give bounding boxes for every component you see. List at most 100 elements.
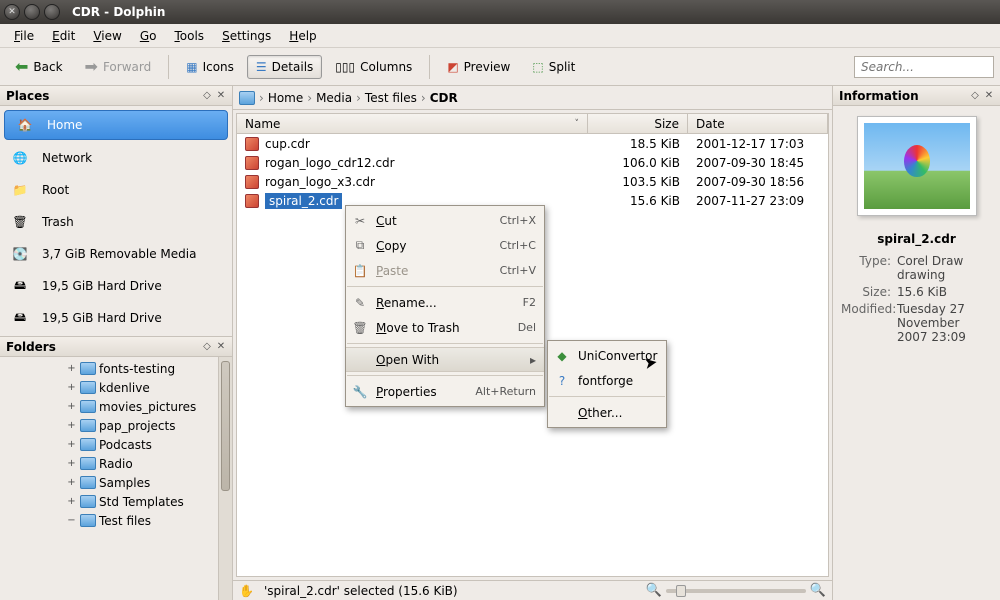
details-view-icon: ☰ xyxy=(256,60,267,74)
hdd-icon: 🖴 xyxy=(8,306,32,330)
panel-float-button[interactable]: ◇ xyxy=(970,91,980,101)
info-filename: spiral_2.cdr xyxy=(877,232,956,246)
forward-button[interactable]: ➡ Forward xyxy=(76,52,161,81)
tree-item[interactable]: −Test files xyxy=(6,511,232,530)
ctx-copy[interactable]: ⧉CopyCtrl+C xyxy=(346,233,544,258)
window-title: CDR - Dolphin xyxy=(72,5,165,19)
panel-float-button[interactable]: ◇ xyxy=(202,342,212,352)
column-header-name[interactable]: Name˅ xyxy=(237,114,588,133)
ctx-open-with[interactable]: Open With▸ xyxy=(346,347,544,372)
tree-item[interactable]: +Std Templates xyxy=(6,492,232,511)
copy-icon: ⧉ xyxy=(352,238,368,254)
file-row[interactable]: rogan_logo_x3.cdr103.5 KiB2007-09-30 18:… xyxy=(237,172,828,191)
tree-expander-icon[interactable]: + xyxy=(66,458,77,469)
tree-expander-icon[interactable]: + xyxy=(66,382,77,393)
column-header-size[interactable]: Size xyxy=(588,114,688,133)
menu-tools[interactable]: Tools xyxy=(166,26,212,46)
place-item-trash[interactable]: 🗑Trash xyxy=(0,206,232,238)
place-label: 19,5 GiB Hard Drive xyxy=(42,279,162,293)
chevron-right-icon: ▸ xyxy=(530,353,536,367)
place-item-root[interactable]: 📁Root xyxy=(0,174,232,206)
ctx-move-to-trash[interactable]: 🗑Move to TrashDel xyxy=(346,315,544,340)
trash-icon: 🗑 xyxy=(352,320,368,336)
panel-close-button[interactable]: ✕ xyxy=(216,91,226,101)
window-maximize-button[interactable] xyxy=(44,4,60,20)
tree-item[interactable]: +Podcasts xyxy=(6,435,232,454)
split-label: Split xyxy=(549,60,576,74)
tree-label: Radio xyxy=(99,457,133,471)
panel-float-button[interactable]: ◇ xyxy=(202,91,212,101)
view-icons-button[interactable]: ▦ Icons xyxy=(177,55,243,79)
place-item-home[interactable]: 🏠Home xyxy=(4,110,228,140)
open-with-submenu: ◆UniConvertor ?fontforge Other... xyxy=(547,340,667,428)
menu-help[interactable]: Help xyxy=(281,26,324,46)
view-columns-button[interactable]: ▯▯▯ Columns xyxy=(326,55,421,79)
tree-scrollbar[interactable] xyxy=(218,357,232,600)
back-button[interactable]: ⬅ Back xyxy=(6,52,72,81)
tree-item[interactable]: + Radio xyxy=(6,454,232,473)
breadcrumb-item[interactable]: Home xyxy=(268,91,303,105)
paste-icon: 📋 xyxy=(352,263,368,279)
tree-expander-icon[interactable]: − xyxy=(66,515,77,526)
tree-label: pap_projects xyxy=(99,419,176,433)
ctx-uniconvertor[interactable]: ◆UniConvertor xyxy=(548,343,666,368)
app-icon: ? xyxy=(554,373,570,389)
file-row[interactable]: cup.cdr18.5 KiB2001-12-17 17:03 xyxy=(237,134,828,153)
removable-icon: 💽 xyxy=(8,242,32,266)
tree-expander-icon[interactable]: + xyxy=(66,477,77,488)
zoom-slider[interactable]: 🔍 🔍 xyxy=(646,583,826,598)
ctx-fontforge[interactable]: ?fontforge xyxy=(548,368,666,393)
tree-item[interactable]: + pap_projects xyxy=(6,416,232,435)
tree-expander-icon[interactable]: + xyxy=(66,363,77,374)
place-item-hdd[interactable]: 🖴19,5 GiB Hard Drive xyxy=(0,302,232,334)
place-item-hdd[interactable]: 🖴19,5 GiB Hard Drive xyxy=(0,270,232,302)
tree-expander-icon[interactable]: + xyxy=(66,420,77,431)
tree-item[interactable]: + Samples xyxy=(6,473,232,492)
tree-label: movies_pictures xyxy=(99,400,196,414)
folder-icon xyxy=(80,438,96,451)
app-icon: ◆ xyxy=(554,348,570,364)
panel-close-button[interactable]: ✕ xyxy=(984,91,994,101)
ctx-cut[interactable]: ✂CutCtrl+X xyxy=(346,208,544,233)
column-header-date[interactable]: Date xyxy=(688,114,828,133)
tree-item[interactable]: +fonts-testing xyxy=(6,359,232,378)
menu-view[interactable]: View xyxy=(85,26,129,46)
toolbar-separator xyxy=(168,55,169,79)
arrow-right-icon: ➡ xyxy=(85,57,98,76)
search-input[interactable] xyxy=(854,56,994,78)
place-item-network[interactable]: 🌐Network xyxy=(0,142,232,174)
ctx-rename[interactable]: ✎Rename...F2 xyxy=(346,290,544,315)
breadcrumb-item[interactable]: Test files xyxy=(365,91,417,105)
preview-button[interactable]: ◩ Preview xyxy=(438,55,519,79)
window-close-button[interactable]: ✕ xyxy=(4,4,20,20)
icons-label: Icons xyxy=(203,60,234,74)
menu-separator xyxy=(347,343,543,344)
file-size: 106.0 KiB xyxy=(588,156,688,170)
zoom-in-icon[interactable]: 🔍 xyxy=(810,583,826,598)
breadcrumb-item[interactable]: Media xyxy=(316,91,352,105)
tree-expander-icon[interactable]: + xyxy=(66,401,77,412)
home-folder-icon[interactable] xyxy=(239,91,255,105)
place-item-removable[interactable]: 💽3,7 GiB Removable Media xyxy=(0,238,232,270)
tree-item[interactable]: +kdenlive xyxy=(6,378,232,397)
tree-item[interactable]: + movies_pictures xyxy=(6,397,232,416)
file-row[interactable]: rogan_logo_cdr12.cdr106.0 KiB2007-09-30 … xyxy=(237,153,828,172)
view-details-button[interactable]: ☰ Details xyxy=(247,55,322,79)
split-button[interactable]: ⬚ Split xyxy=(523,55,584,79)
ctx-properties[interactable]: 🔧PropertiesAlt+Return xyxy=(346,379,544,404)
menu-go[interactable]: Go xyxy=(132,26,165,46)
menu-separator xyxy=(347,375,543,376)
folders-title-label: Folders xyxy=(6,340,56,354)
folder-icon xyxy=(80,381,96,394)
tree-expander-icon[interactable]: + xyxy=(66,439,77,450)
window-minimize-button[interactable] xyxy=(24,4,40,20)
panel-close-button[interactable]: ✕ xyxy=(216,342,226,352)
zoom-out-icon[interactable]: 🔍 xyxy=(646,583,662,598)
ctx-other[interactable]: Other... xyxy=(548,400,666,425)
menu-settings[interactable]: Settings xyxy=(214,26,279,46)
menu-edit[interactable]: Edit xyxy=(44,26,83,46)
menu-file[interactable]: File xyxy=(6,26,42,46)
forward-label: Forward xyxy=(103,60,151,74)
tree-label: Samples xyxy=(99,476,150,490)
tree-expander-icon[interactable]: + xyxy=(66,496,77,507)
